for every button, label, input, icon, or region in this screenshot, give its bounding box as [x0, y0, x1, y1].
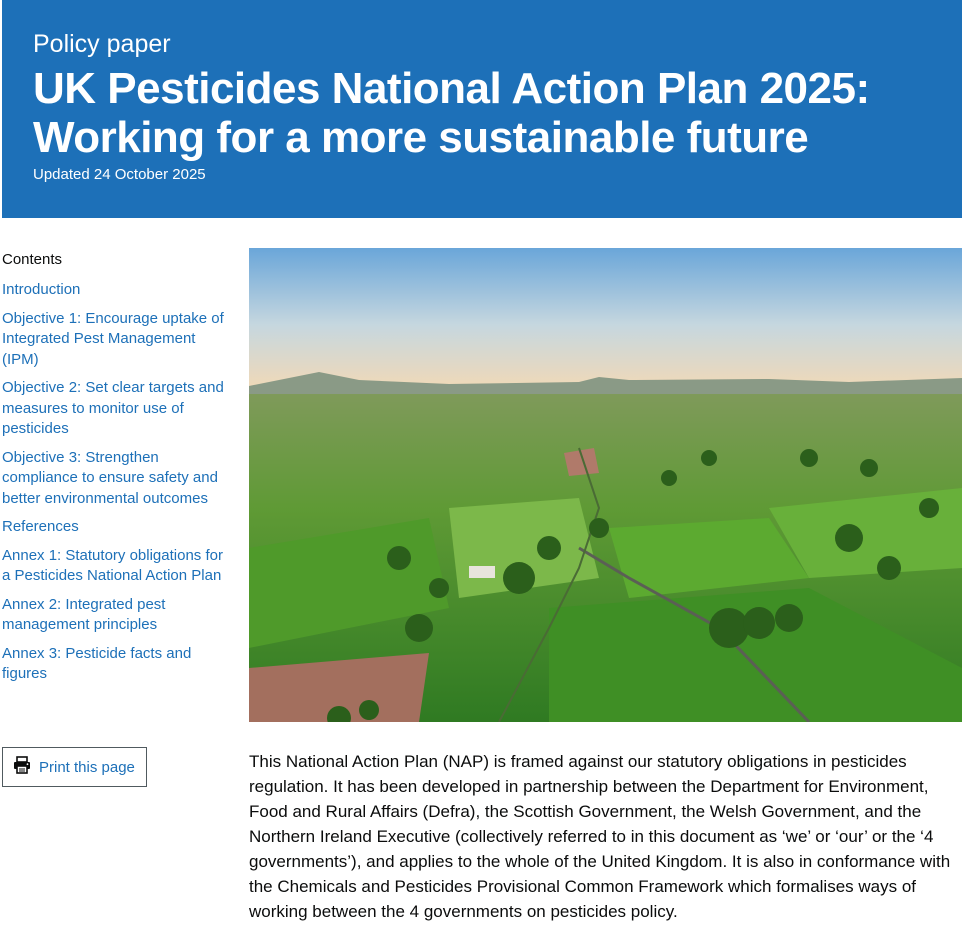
print-page-button[interactable]: Print this page	[2, 747, 147, 787]
hero-landscape-image	[249, 248, 962, 722]
contents-link-annex-1[interactable]: Annex 1: Statutory obligations for a Pes…	[2, 546, 224, 587]
contents-link-introduction[interactable]: Introduction	[2, 280, 224, 301]
printer-icon	[13, 755, 31, 779]
updated-date: Updated 24 October 2025	[33, 166, 206, 183]
contents-nav: Contents Introduction Objective 1: Encou…	[2, 250, 227, 693]
contents-heading: Contents	[2, 251, 63, 268]
page-header: Policy paper UK Pesticides National Acti…	[2, 0, 962, 218]
contents-list: Introduction Objective 1: Encourage upta…	[2, 280, 227, 685]
page-title: UK Pesticides National Action Plan 2025:…	[33, 64, 870, 162]
contents-item: Annex 3: Pesticide facts and figures	[2, 644, 227, 685]
contents-item: References	[2, 517, 227, 538]
contents-link-objective-3[interactable]: Objective 3: Strengthen compliance to en…	[2, 448, 224, 510]
contents-item: Introduction	[2, 280, 227, 301]
print-button-label: Print this page	[39, 758, 135, 776]
contents-item: Annex 2: Integrated pest management prin…	[2, 595, 227, 636]
contents-item: Objective 1: Encourage uptake of Integra…	[2, 309, 227, 371]
contents-item: Annex 1: Statutory obligations for a Pes…	[2, 546, 227, 587]
contents-link-annex-2[interactable]: Annex 2: Integrated pest management prin…	[2, 595, 224, 636]
contents-link-annex-3[interactable]: Annex 3: Pesticide facts and figures	[2, 644, 224, 685]
document-type: Policy paper	[33, 30, 171, 58]
contents-item: Objective 3: Strengthen compliance to en…	[2, 448, 227, 510]
intro-paragraph: This National Action Plan (NAP) is frame…	[249, 752, 951, 921]
contents-link-objective-1[interactable]: Objective 1: Encourage uptake of Integra…	[2, 309, 224, 371]
contents-link-references[interactable]: References	[2, 517, 224, 538]
contents-link-objective-2[interactable]: Objective 2: Set clear targets and measu…	[2, 378, 224, 440]
contents-item: Objective 2: Set clear targets and measu…	[2, 378, 227, 440]
